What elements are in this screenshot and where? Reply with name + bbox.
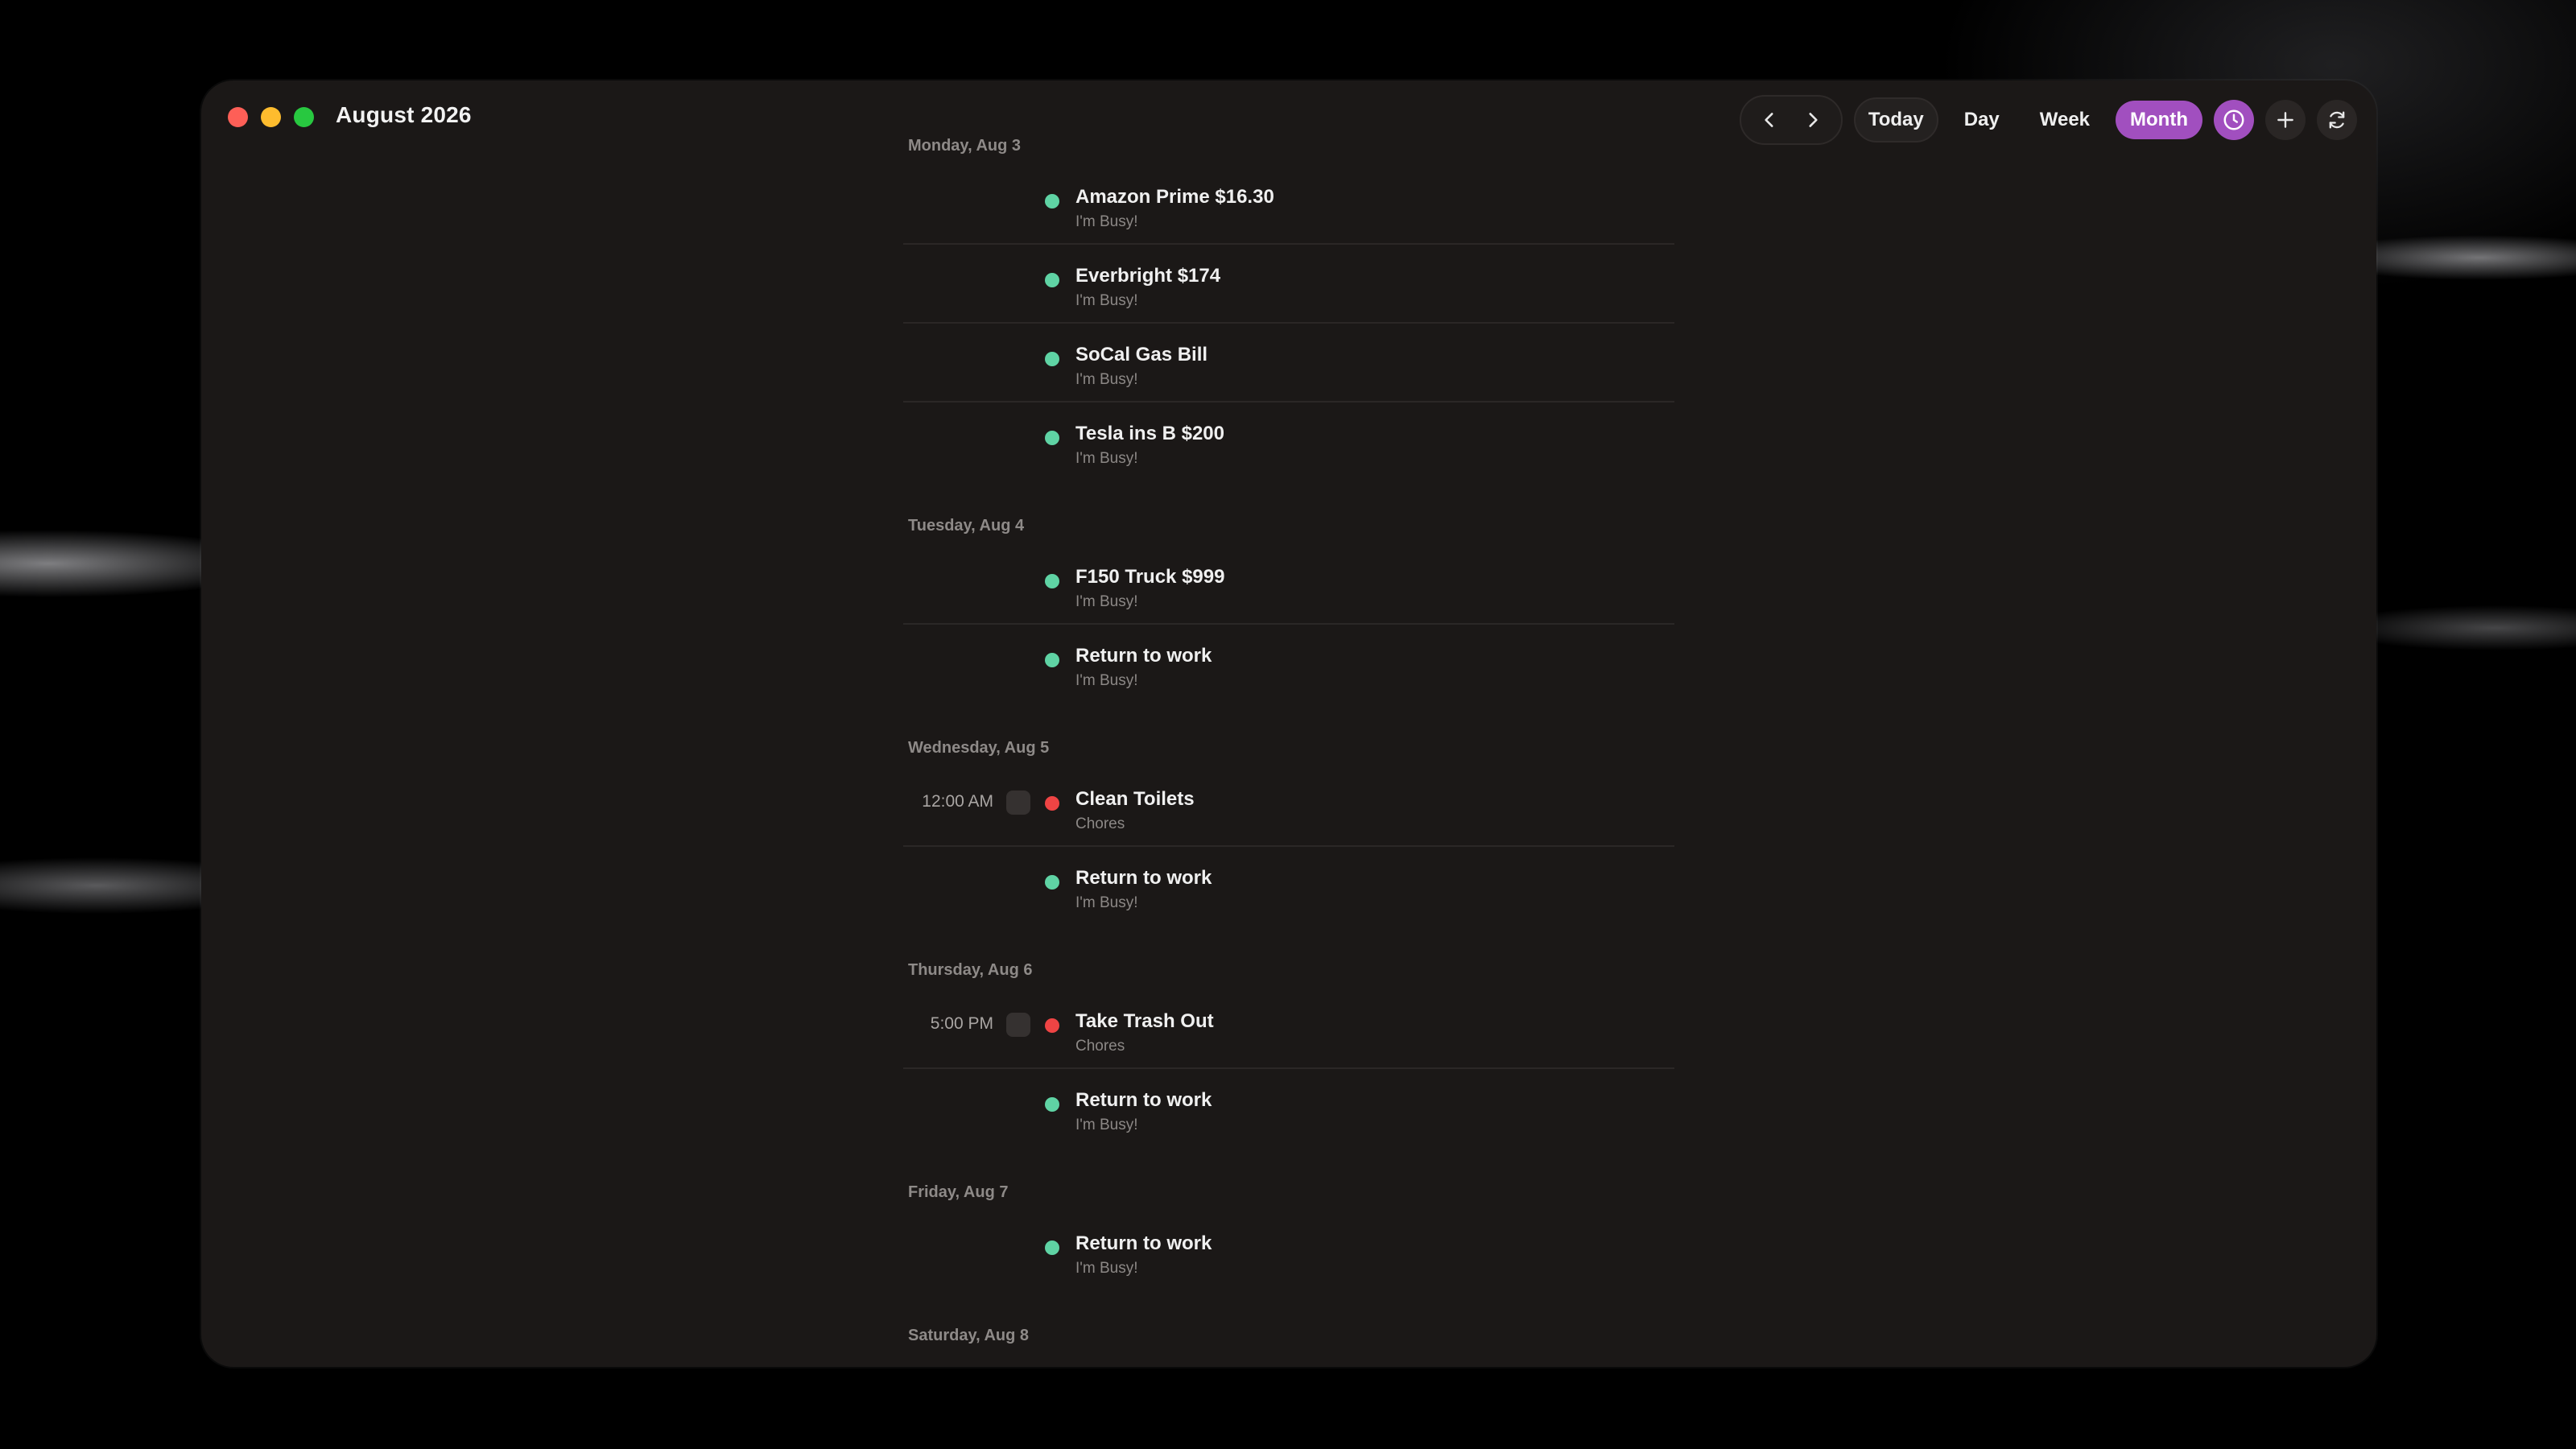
event-calendar-name: I'm Busy! xyxy=(1075,593,1138,610)
calendar-color-dot xyxy=(1045,1097,1059,1112)
day-spacer xyxy=(903,1291,1674,1315)
calendar-color-dot xyxy=(1045,194,1059,208)
close-window-button[interactable] xyxy=(228,107,248,127)
event-row[interactable]: 5:00 PM Take Trash Out Chores xyxy=(903,990,1674,1069)
calendar-color-dot xyxy=(1045,574,1059,588)
event-title: Return to work xyxy=(1075,1232,1212,1254)
toolbar: Today Day Week Month xyxy=(1739,95,2357,145)
week-view-button[interactable]: Week xyxy=(2025,101,2104,139)
day-spacer xyxy=(903,1148,1674,1172)
event-title: Return to work xyxy=(1075,1089,1212,1111)
calendar-color-dot xyxy=(1045,1241,1059,1255)
event-calendar-name: Chores xyxy=(1075,1038,1125,1055)
event-title: SoCal Gas Bill xyxy=(1075,344,1208,365)
day-spacer xyxy=(903,481,1674,506)
calendar-window: August 2026 Today Day Week Month Monday,… xyxy=(201,80,2376,1367)
day-view-button[interactable]: Day xyxy=(1950,101,2014,139)
event-calendar-name: I'm Busy! xyxy=(1075,371,1138,388)
event-calendar-name: I'm Busy! xyxy=(1075,1117,1138,1133)
next-button[interactable] xyxy=(1791,98,1835,142)
task-checkbox[interactable] xyxy=(1006,791,1030,815)
chevron-left-icon xyxy=(1765,113,1773,127)
calendar-color-dot xyxy=(1045,431,1059,445)
date-navigation xyxy=(1739,95,1843,145)
calendar-color-dot xyxy=(1045,653,1059,667)
event-row[interactable]: Return to work I'm Busy! xyxy=(903,1069,1674,1148)
today-button[interactable]: Today xyxy=(1853,97,1938,142)
day-header: Tuesday, Aug 4 xyxy=(908,516,1025,535)
event-title: F150 Truck $999 xyxy=(1075,566,1225,588)
day-spacer xyxy=(903,926,1674,950)
calendar-color-dot xyxy=(1045,875,1059,890)
calendar-color-dot xyxy=(1045,1018,1059,1033)
page-title: August 2026 xyxy=(336,102,472,127)
event-title: Take Trash Out xyxy=(1075,1010,1214,1032)
event-row[interactable]: Return to work I'm Busy! xyxy=(903,847,1674,926)
event-calendar-name: I'm Busy! xyxy=(1075,894,1138,911)
event-title: Clean Toilets xyxy=(1075,788,1195,810)
refresh-icon xyxy=(2329,111,2345,129)
refresh-button[interactable] xyxy=(2317,100,2357,140)
event-row[interactable]: Return to work I'm Busy! xyxy=(903,625,1674,704)
previous-button[interactable] xyxy=(1748,98,1791,142)
day-header: Friday, Aug 7 xyxy=(908,1183,1009,1201)
event-title: Everbright $174 xyxy=(1075,265,1221,287)
calendar-color-dot xyxy=(1045,273,1059,287)
event-row[interactable]: 12:00 AM Clean Toilets Chores xyxy=(903,768,1674,847)
task-checkbox[interactable] xyxy=(1006,1013,1030,1037)
chevron-right-icon xyxy=(1809,113,1818,127)
day-spacer xyxy=(903,704,1674,728)
day-header: Monday, Aug 3 xyxy=(908,136,1021,155)
calendar-color-dot xyxy=(1045,796,1059,811)
event-row[interactable]: Amazon Prime $16.30 I'm Busy! xyxy=(903,166,1674,245)
event-row[interactable]: F150 Truck $999 I'm Busy! xyxy=(903,546,1674,625)
event-time: 5:00 PM xyxy=(930,1014,993,1033)
event-row[interactable]: Everbright $174 I'm Busy! xyxy=(903,245,1674,324)
day-header: Wednesday, Aug 5 xyxy=(908,738,1050,757)
day-header: Saturday, Aug 8 xyxy=(908,1326,1030,1344)
event-title: Return to work xyxy=(1075,645,1212,667)
event-title: Return to work xyxy=(1075,867,1212,889)
event-title: Amazon Prime $16.30 xyxy=(1075,186,1274,208)
event-time: 12:00 AM xyxy=(922,792,993,811)
event-title: Tesla ins B $200 xyxy=(1075,423,1224,444)
event-row[interactable]: Return to work I'm Busy! xyxy=(903,1212,1674,1291)
clock-button[interactable] xyxy=(2214,100,2254,140)
zoom-window-button[interactable] xyxy=(294,107,314,127)
calendar-color-dot xyxy=(1045,352,1059,366)
event-row[interactable]: 10:30 AMAmorets baptism (Mario's daughte… xyxy=(903,1356,1674,1367)
plus-icon xyxy=(2277,112,2293,128)
agenda-list: Monday, Aug 3 Amazon Prime $16.30 I'm Busy… xyxy=(903,126,1674,1367)
event-row[interactable]: Tesla ins B $200 I'm Busy! xyxy=(903,402,1674,481)
event-calendar-name: I'm Busy! xyxy=(1075,1260,1138,1277)
add-event-button[interactable] xyxy=(2265,100,2306,140)
event-calendar-name: I'm Busy! xyxy=(1075,213,1138,230)
event-calendar-name: Chores xyxy=(1075,815,1125,832)
event-calendar-name: I'm Busy! xyxy=(1075,450,1138,467)
window-controls xyxy=(228,107,314,127)
clock-icon xyxy=(2223,109,2244,130)
minimize-window-button[interactable] xyxy=(261,107,281,127)
event-row[interactable]: SoCal Gas Bill I'm Busy! xyxy=(903,324,1674,402)
month-view-button[interactable]: Month xyxy=(2116,101,2202,139)
day-header: Thursday, Aug 6 xyxy=(908,960,1033,979)
event-calendar-name: I'm Busy! xyxy=(1075,672,1138,689)
event-calendar-name: I'm Busy! xyxy=(1075,292,1138,309)
